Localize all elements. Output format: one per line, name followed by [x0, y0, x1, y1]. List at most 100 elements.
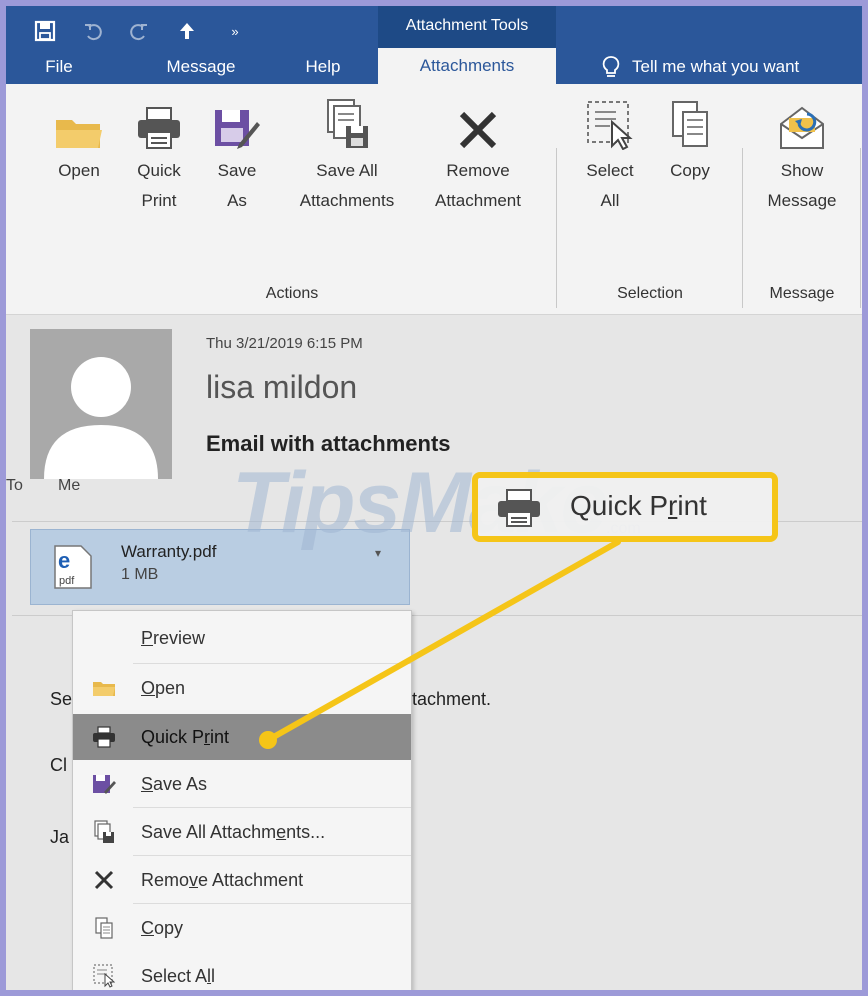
- attachment-chip[interactable]: e pdf Warranty.pdf 1 MB ▾: [30, 529, 410, 605]
- save-as-line2: As: [227, 191, 247, 210]
- tab-help[interactable]: Help: [288, 50, 358, 84]
- menu-separator: [133, 663, 411, 664]
- save-all-attachments-icon: [278, 84, 416, 156]
- menu-item-save-as[interactable]: Save As: [73, 761, 411, 807]
- to-recipient[interactable]: Me: [58, 477, 80, 495]
- folder-icon: [44, 84, 114, 156]
- body-text-line: Se: [50, 689, 73, 709]
- attachment-name: Warranty.pdf: [121, 542, 217, 561]
- select-all-line1: Select: [586, 161, 634, 180]
- save-as-line1: Save: [217, 161, 257, 180]
- title-bar: » Attachment Tools File Message Help Att…: [6, 6, 862, 86]
- save-icon[interactable]: [30, 18, 60, 44]
- select-all-icon: [574, 84, 646, 156]
- menu-item-quick-print[interactable]: Quick Print: [73, 714, 411, 760]
- tab-file[interactable]: File: [34, 50, 84, 84]
- actions-group-label: Actions: [265, 285, 319, 302]
- open-button-label: Open: [58, 161, 100, 180]
- envelope-icon: [754, 84, 850, 156]
- menu-item-select-all[interactable]: Select All: [73, 953, 411, 990]
- select-all-icon: [73, 964, 135, 988]
- menu-item-save-all-attachments[interactable]: Save All Attachments...: [73, 809, 411, 855]
- printer-icon: [124, 84, 194, 156]
- show-message-line1: Show: [780, 161, 824, 180]
- quick-print-button[interactable]: Quick Print: [124, 84, 194, 216]
- callout-label: Quick Print: [570, 490, 707, 521]
- close-x-icon: [416, 84, 540, 156]
- ribbon: Open Quick Print Save As Save All Attach…: [6, 84, 862, 315]
- copy-button[interactable]: Copy: [654, 84, 726, 186]
- close-x-icon: [73, 870, 135, 890]
- pdf-type-label: pdf: [59, 575, 75, 587]
- tab-message[interactable]: Message: [146, 50, 256, 84]
- body-text-line: Cl: [50, 755, 67, 775]
- more-commands-icon[interactable]: »: [220, 18, 250, 44]
- ribbon-separator: [742, 148, 743, 308]
- select-all-button[interactable]: Select All: [574, 84, 646, 216]
- quick-print-line1: Quick: [137, 161, 181, 180]
- sender-name[interactable]: lisa mildon: [206, 369, 357, 406]
- up-arrow-icon[interactable]: [172, 18, 202, 44]
- menu-separator: [133, 807, 411, 808]
- menu-label: Preview: [141, 627, 206, 648]
- pdf-file-icon: e pdf: [53, 544, 93, 595]
- body-text-line: tachment.: [412, 689, 492, 709]
- menu-label: Save As: [141, 773, 208, 794]
- menu-label: Select All: [141, 965, 216, 986]
- save-as-button[interactable]: Save As: [202, 84, 272, 216]
- remove-line2: Attachment: [435, 191, 521, 210]
- save-all-attachments-icon: [73, 820, 135, 844]
- menu-label: Copy: [141, 917, 184, 938]
- folder-icon: [73, 679, 135, 697]
- attachment-size: 1 MB: [121, 566, 159, 583]
- menu-item-preview[interactable]: Preview: [73, 615, 411, 661]
- reading-pane: Thu 3/21/2019 6:15 PM lisa mildon Email …: [6, 315, 862, 990]
- quick-print-line2: Print: [141, 191, 177, 210]
- svg-text:e: e: [58, 548, 70, 573]
- ribbon-separator: [860, 148, 861, 308]
- menu-item-copy[interactable]: Copy: [73, 905, 411, 951]
- copy-icon: [73, 917, 135, 939]
- attachment-context-menu: Preview Open Quick Print Save As Save Al…: [72, 610, 412, 990]
- menu-label: Remove Attachment: [141, 869, 304, 890]
- save-as-icon: [202, 84, 272, 156]
- redo-icon[interactable]: [124, 18, 154, 44]
- show-message-button[interactable]: Show Message: [754, 84, 850, 216]
- chevron-down-icon[interactable]: ▾: [375, 546, 381, 560]
- copy-label: Copy: [670, 161, 710, 180]
- to-label: To: [6, 477, 23, 494]
- select-all-line2: All: [600, 191, 620, 210]
- quick-print-callout: Quick Print: [472, 472, 778, 542]
- remove-line1: Remove: [446, 161, 510, 180]
- avatar: [30, 329, 172, 479]
- menu-label: Open: [141, 677, 186, 698]
- show-message-line2: Message: [767, 191, 837, 210]
- menu-item-remove-attachment[interactable]: Remove Attachment: [73, 857, 411, 903]
- lightbulb-icon: [602, 55, 620, 79]
- menu-separator: [133, 855, 411, 856]
- tell-me-search[interactable]: Tell me what you want: [602, 50, 799, 84]
- save-all-attachments-button[interactable]: Save All Attachments: [278, 84, 416, 216]
- outlook-window: » Attachment Tools File Message Help Att…: [6, 6, 862, 990]
- tab-attachments[interactable]: Attachments: [378, 48, 556, 84]
- open-button[interactable]: Open: [44, 84, 114, 186]
- copy-icon: [654, 84, 726, 156]
- ribbon-separator: [556, 148, 557, 308]
- save-all-line2: Attachments: [299, 191, 395, 210]
- undo-icon[interactable]: [78, 18, 108, 44]
- menu-label: Quick Print: [141, 726, 230, 747]
- menu-separator: [133, 903, 411, 904]
- printer-icon: [496, 488, 542, 533]
- menu-label: Save All Attachments...: [141, 821, 326, 842]
- printer-icon: [73, 726, 135, 748]
- remove-attachment-button[interactable]: Remove Attachment: [416, 84, 540, 216]
- selection-group-label: Selection: [617, 285, 683, 302]
- body-text-line: Ja: [50, 827, 70, 847]
- save-as-icon: [73, 773, 135, 795]
- email-subject: Email with attachments: [206, 431, 451, 456]
- menu-item-open[interactable]: Open: [73, 665, 411, 711]
- message-group-label: Message: [769, 285, 835, 302]
- tell-me-text: Tell me what you want: [632, 57, 800, 76]
- window-frame: » Attachment Tools File Message Help Att…: [0, 0, 868, 996]
- email-date: Thu 3/21/2019 6:15 PM: [206, 335, 363, 352]
